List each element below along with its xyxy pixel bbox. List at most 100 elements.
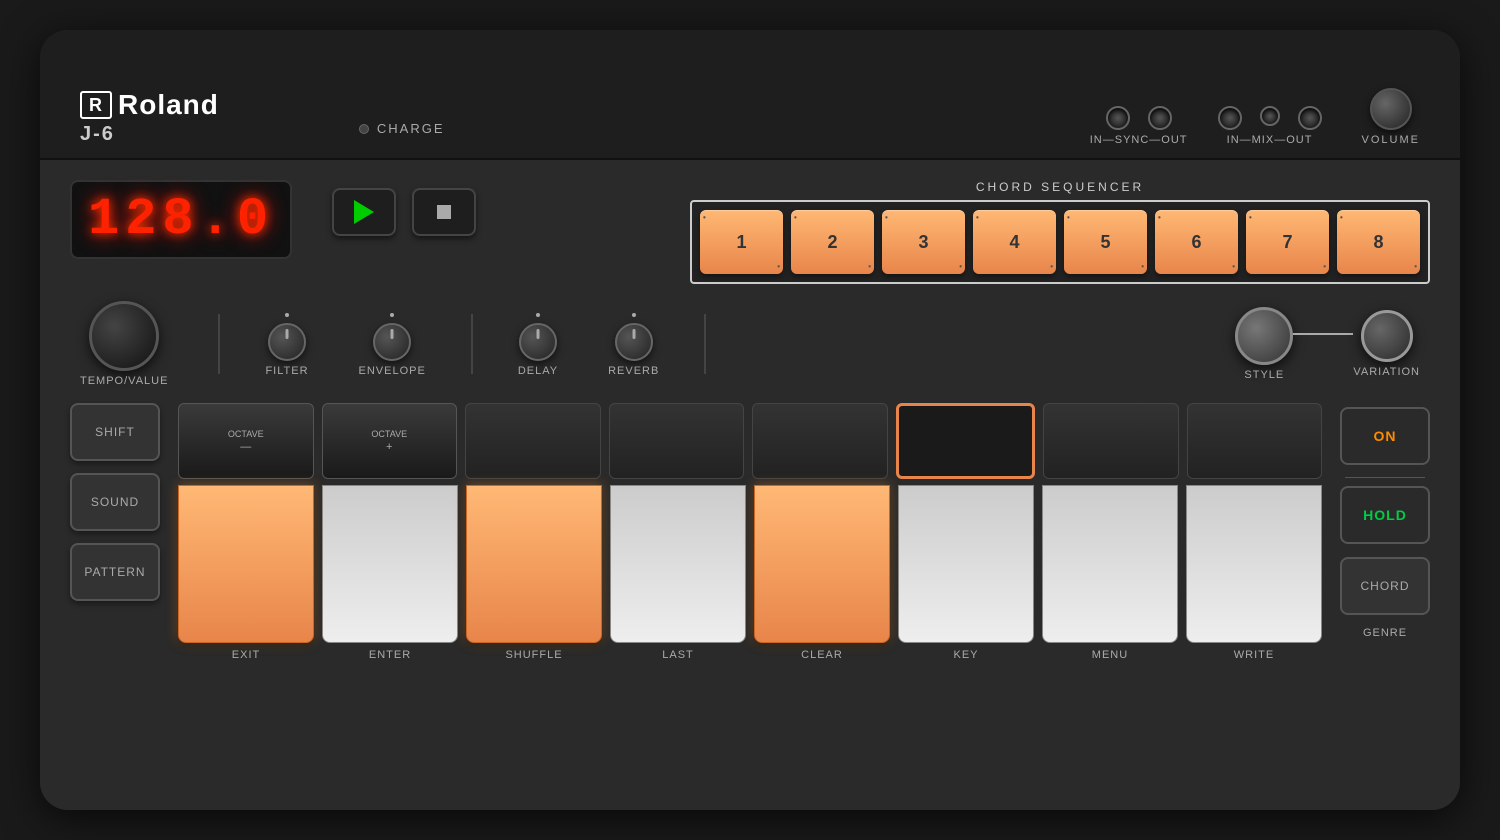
menu-label: MENU — [1042, 649, 1178, 661]
mix-connector-group: IN—MIX—OUT — [1218, 106, 1322, 146]
roland-r-icon: R — [80, 91, 112, 119]
white-keys-row — [178, 485, 1322, 643]
enter-key[interactable] — [322, 485, 458, 643]
charge-dot-icon — [359, 124, 369, 134]
write-label: WRITE — [1186, 649, 1322, 661]
variation-label: VARIATION — [1353, 366, 1420, 378]
exit-key[interactable] — [178, 485, 314, 643]
genre-label: GENRE — [1363, 627, 1407, 639]
knob-divider-1 — [218, 314, 220, 374]
filter-knob[interactable] — [268, 323, 306, 361]
black-keys-row: OCTAVE — OCTAVE + — [178, 403, 1322, 479]
chord-button[interactable]: CHORD — [1340, 557, 1430, 615]
piano-area: OCTAVE — OCTAVE + — [178, 403, 1322, 661]
last-label: LAST — [610, 649, 746, 661]
tempo-knob-label: TEMPO/VALUE — [80, 375, 168, 387]
mix-in-jack[interactable] — [1218, 106, 1242, 130]
sync-in-jack[interactable] — [1106, 106, 1130, 130]
on-hold-separator — [1345, 477, 1425, 478]
chord-seq-btn-4[interactable]: 4 — [973, 210, 1056, 274]
style-label: STYLE — [1244, 369, 1284, 381]
right-buttons: ON HOLD CHORD GENRE — [1340, 403, 1430, 643]
enter-label: ENTER — [322, 649, 458, 661]
shuffle-key[interactable] — [466, 485, 602, 643]
shift-button[interactable]: SHIFT — [70, 403, 160, 461]
mix-label: IN—MIX—OUT — [1227, 134, 1313, 146]
filter-dot — [285, 313, 289, 317]
chord-seq-btn-3[interactable]: 3 — [882, 210, 965, 274]
style-variation-connector — [1293, 333, 1353, 335]
mix-out-jack[interactable] — [1298, 106, 1322, 130]
black-key-5[interactable] — [752, 403, 888, 479]
key-label: KEY — [898, 649, 1034, 661]
envelope-label: ENVELOPE — [359, 365, 426, 377]
chord-seq-label: CHORD SEQUENCER — [690, 180, 1430, 194]
charge-label: CHARGE — [377, 121, 445, 136]
reverb-dot — [632, 313, 636, 317]
roland-logo: R Roland — [80, 89, 219, 121]
device-body: R Roland J-6 CHARGE IN—SYNC—OUT — [40, 30, 1460, 810]
write-key[interactable] — [1186, 485, 1322, 643]
tempo-knob[interactable] — [89, 301, 159, 371]
envelope-knob[interactable] — [373, 323, 411, 361]
tempo-display: 128.0 — [70, 180, 292, 259]
on-button[interactable]: ON — [1340, 407, 1430, 465]
reverb-label: REVERB — [608, 365, 659, 377]
sync-jacks — [1106, 106, 1172, 130]
delay-dot — [536, 313, 540, 317]
chord-seq-btn-8[interactable]: 8 — [1337, 210, 1420, 274]
delay-knob[interactable] — [519, 323, 557, 361]
last-key[interactable] — [610, 485, 746, 643]
connectors-area: IN—SYNC—OUT IN—MIX—OUT VOLUME — [1090, 88, 1420, 146]
play-button[interactable] — [332, 188, 396, 236]
black-key-3[interactable] — [465, 403, 601, 479]
chord-seq-btn-2[interactable]: 2 — [791, 210, 874, 274]
volume-knob[interactable] — [1370, 88, 1412, 130]
mix-headphone-jack[interactable] — [1260, 106, 1280, 126]
variation-knob[interactable] — [1361, 310, 1413, 362]
transport-buttons — [332, 188, 476, 236]
knob-divider-2 — [471, 314, 473, 374]
sync-out-jack[interactable] — [1148, 106, 1172, 130]
stop-icon — [437, 205, 451, 219]
mix-jacks — [1218, 106, 1322, 130]
charge-area: CHARGE — [359, 121, 445, 146]
model-name: J-6 — [80, 123, 219, 146]
black-key-7[interactable] — [1043, 403, 1179, 479]
reverb-knob[interactable] — [615, 323, 653, 361]
brand-name: Roland — [118, 89, 219, 121]
clear-label: CLEAR — [754, 649, 890, 661]
sync-label: IN—SYNC—OUT — [1090, 134, 1188, 146]
left-buttons: SHIFT SOUND PATTERN — [70, 403, 160, 601]
key-labels: EXIT ENTER SHUFFLE LAST CLEAR KEY MENU W… — [178, 649, 1322, 661]
pattern-button[interactable]: PATTERN — [70, 543, 160, 601]
envelope-dot — [390, 313, 394, 317]
play-icon — [354, 200, 374, 224]
chord-seq-btn-6[interactable]: 6 — [1155, 210, 1238, 274]
style-knob[interactable] — [1235, 307, 1293, 365]
chord-seq-btn-1[interactable]: 1 — [700, 210, 783, 274]
brand-area: R Roland J-6 — [80, 89, 219, 146]
display-value: 128.0 — [88, 190, 274, 249]
menu-key[interactable] — [1042, 485, 1178, 643]
chord-seq-btn-5[interactable]: 5 — [1064, 210, 1147, 274]
shuffle-label: SHUFFLE — [466, 649, 602, 661]
sync-connector-group: IN—SYNC—OUT — [1090, 106, 1188, 146]
black-key-4[interactable] — [609, 403, 745, 479]
main-panel: 128.0 CHORD SEQUENCER 1 — [40, 160, 1460, 810]
hold-button[interactable]: HOLD — [1340, 486, 1430, 544]
sound-button[interactable]: SOUND — [70, 473, 160, 531]
chord-seq-frame: 1 2 3 4 5 6 7 8 — [690, 200, 1430, 284]
octave-minus-key[interactable]: OCTAVE — — [178, 403, 314, 479]
volume-area: VOLUME — [1362, 88, 1420, 146]
stop-button[interactable] — [412, 188, 476, 236]
chord-seq-btn-7[interactable]: 7 — [1246, 210, 1329, 274]
black-key-8[interactable] — [1187, 403, 1323, 479]
clear-key[interactable] — [754, 485, 890, 643]
knob-divider-3 — [704, 314, 706, 374]
octave-plus-key[interactable]: OCTAVE + — [322, 403, 458, 479]
black-key-6-orange[interactable] — [896, 403, 1036, 479]
exit-label: EXIT — [178, 649, 314, 661]
delay-label: DELAY — [518, 365, 558, 377]
key-key[interactable] — [898, 485, 1034, 643]
